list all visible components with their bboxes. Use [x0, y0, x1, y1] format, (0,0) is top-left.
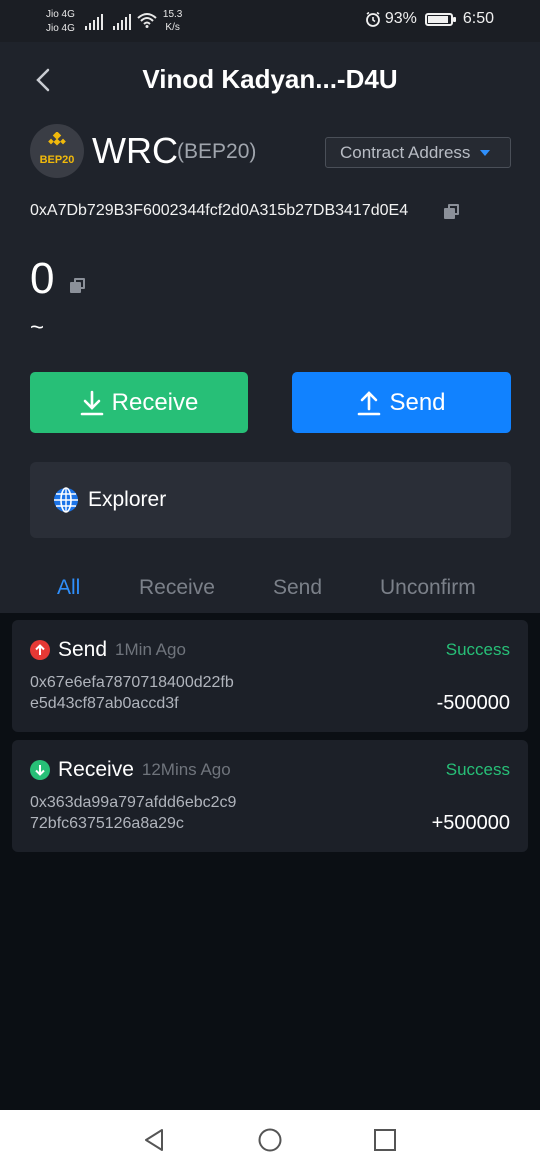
caret-down-icon: [480, 149, 491, 156]
transaction-card[interactable]: Send 1Min Ago Success 0x67e6efa787071840…: [12, 620, 528, 732]
carrier-1: Jio 4G: [46, 9, 75, 20]
token-address: 0xA7Db729B3F6002344fcf2d0A315b27DB3417d0…: [30, 202, 409, 219]
status-bar: Jio 4G Jio 4G 15.3 K/s 93% 6:50: [0, 0, 540, 42]
transaction-type: Send: [58, 638, 108, 661]
tab-unconfirm[interactable]: Unconfirm: [380, 576, 476, 600]
receive-button[interactable]: Receive: [30, 372, 248, 433]
globe-icon: [54, 487, 78, 513]
network-speed: 15.3 K/s: [163, 8, 182, 34]
hash-line-2: e5d43cf87ab0accd3f: [30, 695, 179, 712]
send-button[interactable]: Send: [292, 372, 511, 433]
token-symbol: WRC: [92, 130, 178, 171]
token-logo: BEP20: [30, 124, 84, 178]
transaction-time: 12Mins Ago: [141, 760, 231, 779]
transaction-kind: Send 1Min Ago: [30, 638, 186, 662]
status-left: Jio 4G Jio 4G 15.3 K/s: [46, 8, 182, 36]
transaction-status: Success: [445, 760, 510, 779]
transaction-type: Receive: [58, 758, 134, 781]
battery-fill: [427, 15, 449, 23]
recents-square-icon[interactable]: [373, 1128, 397, 1152]
carrier-2: Jio 4G: [46, 23, 75, 34]
arrow-up-icon: [30, 640, 50, 660]
wifi-icon: [137, 13, 157, 28]
download-icon: [80, 390, 103, 415]
battery-icon: [424, 12, 456, 26]
tab-all[interactable]: All: [57, 576, 80, 600]
hash-line-1: 0x67e6efa7870718400d22fb: [30, 674, 234, 691]
tab-send[interactable]: Send: [273, 576, 322, 600]
copy-address-icon[interactable]: [444, 204, 460, 220]
alarm-icon: [365, 11, 380, 27]
speed-value: 15.3: [162, 9, 183, 20]
transaction-tabs: All Receive Send Unconfirm: [0, 576, 540, 604]
transaction-kind: Receive 12Mins Ago: [30, 758, 231, 782]
transaction-time: 1Min Ago: [115, 640, 186, 659]
transaction-card[interactable]: Receive 12Mins Ago Success 0x363da99a797…: [12, 740, 528, 852]
token-detail-panel: Vinod Kadyan...-D4U BEP20 WRC (BEP20) Co…: [0, 42, 540, 613]
transaction-hash: 0x67e6efa7870718400d22fb e5d43cf87ab0acc…: [30, 672, 234, 714]
fiat-value: ~: [30, 314, 45, 341]
clock: 6:50: [462, 10, 494, 27]
arrow-down-icon: [30, 760, 50, 780]
hash-line-1: 0x363da99a797afdd6ebc2c9: [30, 794, 237, 811]
transaction-amount: -500000: [436, 692, 510, 714]
contract-address-label: Contract Address: [340, 142, 471, 162]
home-circle-icon[interactable]: [258, 1128, 282, 1152]
back-triangle-icon[interactable]: [142, 1128, 166, 1152]
transaction-hash: 0x363da99a797afdd6ebc2c9 72bfc6375126a8a…: [30, 792, 236, 834]
explorer-label: Explorer: [88, 488, 167, 511]
receive-button-label: Receive: [111, 388, 199, 416]
contract-address-button[interactable]: Contract Address: [325, 137, 511, 168]
signal-icon: [84, 14, 103, 30]
send-button-label: Send: [389, 388, 446, 416]
token-standard: (BEP20): [177, 140, 257, 163]
copy-balance-icon[interactable]: [70, 278, 86, 294]
upload-icon: [358, 390, 381, 415]
transaction-status: Success: [445, 640, 510, 659]
page-title: Vinod Kadyan...-D4U: [142, 64, 398, 94]
status-right: 93% 6:50: [365, 10, 494, 28]
transaction-amount: +500000: [431, 812, 510, 834]
speed-unit: K/s: [165, 22, 180, 33]
token-balance: 0: [30, 254, 55, 303]
carrier-info: Jio 4G Jio 4G: [46, 8, 75, 36]
explorer-button[interactable]: Explorer: [30, 462, 511, 538]
hash-line-2: 72bfc6375126a8a29c: [30, 815, 184, 832]
token-logo-label: BEP20: [39, 154, 75, 166]
system-nav-bar: [0, 1110, 540, 1170]
battery-percent: 93%: [384, 10, 417, 27]
tab-receive[interactable]: Receive: [139, 576, 215, 600]
binance-icon: [48, 132, 66, 146]
signal-icon: [112, 14, 131, 30]
